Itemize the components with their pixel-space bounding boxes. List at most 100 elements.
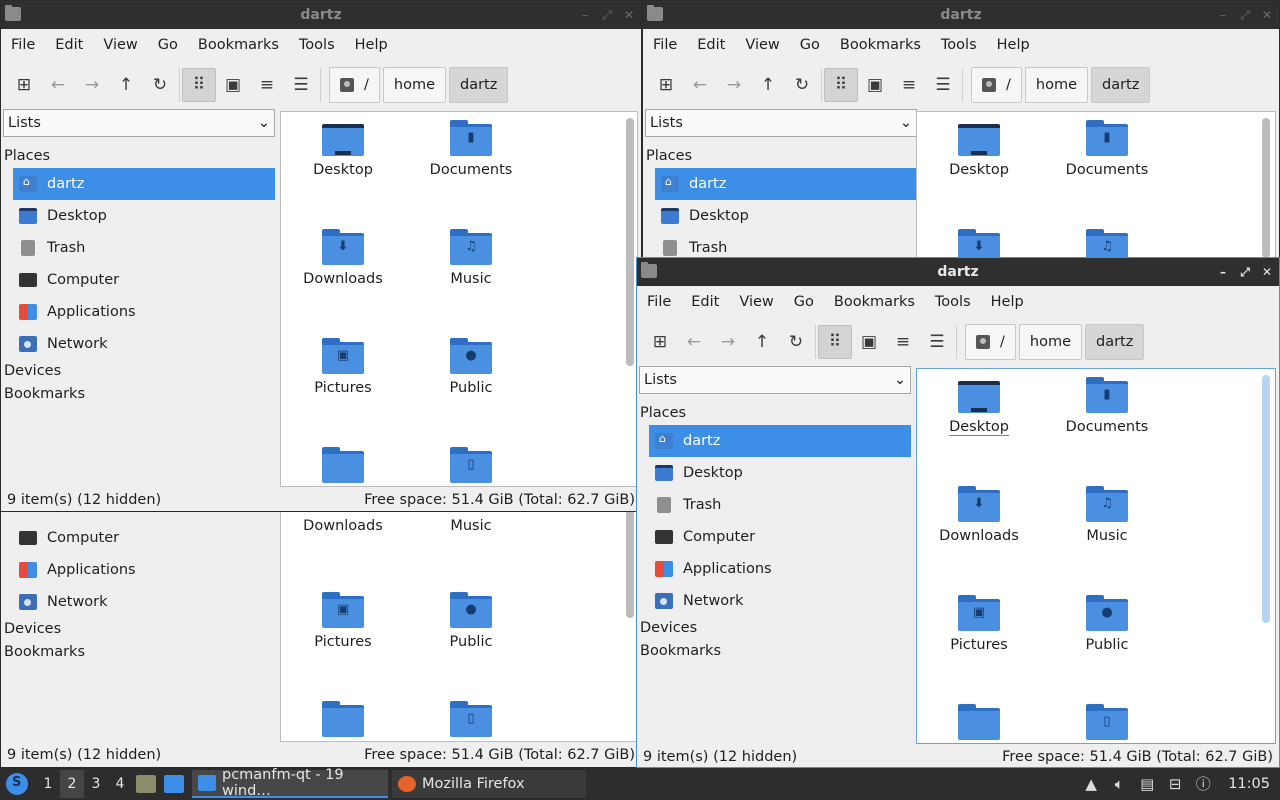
reload-icon[interactable]: ↻ [785,68,819,102]
up-arrow-icon[interactable]: ↑ [745,325,779,359]
devices-heading[interactable]: Devices [1,618,277,641]
workspace-2[interactable]: 2 [60,770,84,798]
sidebar-item-home[interactable]: dartz [13,168,275,200]
file-item[interactable]: ▮ Documents [411,120,531,178]
close-icon[interactable]: ✕ [1259,7,1275,23]
file-item[interactable]: ● Public [411,592,531,650]
file-item[interactable]: ⬇ [919,229,1039,257]
path-current-button[interactable]: dartz [449,67,509,103]
file-item[interactable]: ▯ [411,447,531,483]
sidebar-item-home[interactable]: dartz [649,425,911,457]
sidebar-item-desktop[interactable]: Desktop [655,200,917,232]
forward-arrow-icon[interactable]: → [75,68,109,102]
menu-tools[interactable]: Tools [931,37,987,53]
sidebar-item-network[interactable]: Network [13,328,275,360]
compact-view-icon[interactable]: ≡ [250,68,284,102]
file-item[interactable]: ▮ Documents [1047,120,1167,178]
start-menu-icon[interactable] [6,773,28,795]
file-item[interactable]: ▣ Pictures [919,595,1039,653]
places-heading[interactable]: Places [643,145,919,168]
file-item[interactable]: ● Public [411,338,531,396]
scrollbar-thumb[interactable] [1262,118,1270,257]
menu-help[interactable]: Help [345,37,398,53]
sidebar-item-desktop[interactable]: Desktop [649,457,911,489]
side-pane-mode-select[interactable]: Lists ⌄ [3,109,275,137]
file-view[interactable]: Desktop ▮ Documents ⬇ Downloads ♫ Music ▣ Pi… [916,368,1276,744]
file-item[interactable]: ⬇ Downloads [283,229,403,287]
sidebar-item-computer[interactable]: Computer [649,521,911,553]
reload-icon[interactable]: ↻ [779,325,813,359]
menu-go[interactable]: Go [148,37,188,53]
file-item[interactable]: Music [411,512,531,534]
close-icon[interactable]: ✕ [1259,264,1275,280]
icon-view-icon[interactable]: ⠿ [182,68,216,102]
menu-view[interactable]: View [729,294,783,310]
show-desktop-icon[interactable] [164,775,184,793]
up-arrow-icon[interactable]: ↑ [751,68,785,102]
places-heading[interactable]: Places [637,402,913,425]
detailed-list-view-icon[interactable]: ☰ [926,68,960,102]
task-firefox[interactable]: Mozilla Firefox [392,770,586,798]
maximize-icon[interactable]: ⤢ [1237,7,1253,23]
file-item[interactable] [283,701,403,737]
file-item[interactable]: ● Public [1047,595,1167,653]
file-item[interactable]: ▣ Pictures [283,592,403,650]
sidebar-item-network[interactable]: Network [649,585,911,617]
bookmarks-heading[interactable]: Bookmarks [1,641,277,664]
clipboard-icon[interactable]: ▤ [1138,775,1156,793]
path-root-button[interactable]: / [329,67,380,103]
thumbnail-view-icon[interactable]: ▣ [852,325,886,359]
detailed-list-view-icon[interactable]: ☰ [920,325,954,359]
menu-view[interactable]: View [735,37,789,53]
new-tab-icon[interactable]: ⊞ [7,68,41,102]
file-item[interactable]: ♫ [1047,229,1167,257]
file-item-current[interactable]: Desktop [919,377,1039,436]
path-current-button[interactable]: dartz [1085,324,1145,360]
title-bar[interactable]: dartz – ⤢ ✕ [1,1,641,29]
minimize-icon[interactable]: – [1215,264,1231,280]
file-item[interactable]: Desktop [919,120,1039,178]
compact-view-icon[interactable]: ≡ [886,325,920,359]
file-item[interactable]: ▮ Documents [1047,377,1167,435]
menu-go[interactable]: Go [784,294,824,310]
menu-tools[interactable]: Tools [289,37,345,53]
side-pane-mode-select[interactable]: Lists ⌄ [645,109,917,137]
new-tab-icon[interactable]: ⊞ [649,68,683,102]
vertical-scrollbar[interactable] [626,512,634,618]
sidebar-item-applications[interactable]: Applications [649,553,911,585]
path-root-button[interactable]: / [971,67,1022,103]
sidebar-item-home[interactable]: dartz [655,168,917,200]
file-item[interactable]: ▯ [411,701,531,737]
menu-bookmarks[interactable]: Bookmarks [824,294,925,310]
vertical-scrollbar[interactable] [1262,375,1270,623]
menu-go[interactable]: Go [790,37,830,53]
path-root-button[interactable]: / [965,324,1016,360]
vertical-scrollbar[interactable] [1262,118,1270,257]
title-bar[interactable]: dartz – ⤢ ✕ [643,1,1279,29]
sidebar-item-desktop[interactable]: Desktop [13,200,275,232]
reload-icon[interactable]: ↻ [143,68,177,102]
menu-file[interactable]: File [637,294,681,310]
file-manager-launcher-icon[interactable] [136,775,156,793]
file-view[interactable]: Downloads Music ▣ Pictures ● Public ▯ [280,512,638,742]
bookmarks-heading[interactable]: Bookmarks [637,640,913,663]
menu-help[interactable]: Help [981,294,1034,310]
network-status-icon[interactable]: ⊟ [1166,775,1184,793]
file-view[interactable]: Desktop ▮ Documents ⬇ ♫ [916,111,1276,257]
task-pcmanfm[interactable]: pcmanfm-qt - 19 wind… [192,767,388,799]
sidebar-item-computer[interactable]: Computer [13,264,275,296]
menu-file[interactable]: File [1,37,45,53]
file-item[interactable]: ♫ Music [1047,486,1167,544]
sidebar-item-applications[interactable]: Applications [13,296,275,328]
sidebar-item-network[interactable]: Network [13,586,275,618]
file-view[interactable]: Desktop ▮ Documents ⬇ Downloads ♫ Music ▣ Pi… [280,111,638,487]
up-arrow-icon[interactable]: ↑ [109,68,143,102]
menu-view[interactable]: View [93,37,147,53]
back-arrow-icon[interactable]: ← [677,325,711,359]
clock[interactable]: 11:05 [1228,776,1270,792]
menu-file[interactable]: File [643,37,687,53]
title-bar[interactable]: dartz – ⤢ ✕ [637,258,1279,286]
places-heading[interactable]: Places [1,145,277,168]
thumbnail-view-icon[interactable]: ▣ [858,68,892,102]
volume-icon[interactable]: 🔈︎ [1110,775,1128,793]
